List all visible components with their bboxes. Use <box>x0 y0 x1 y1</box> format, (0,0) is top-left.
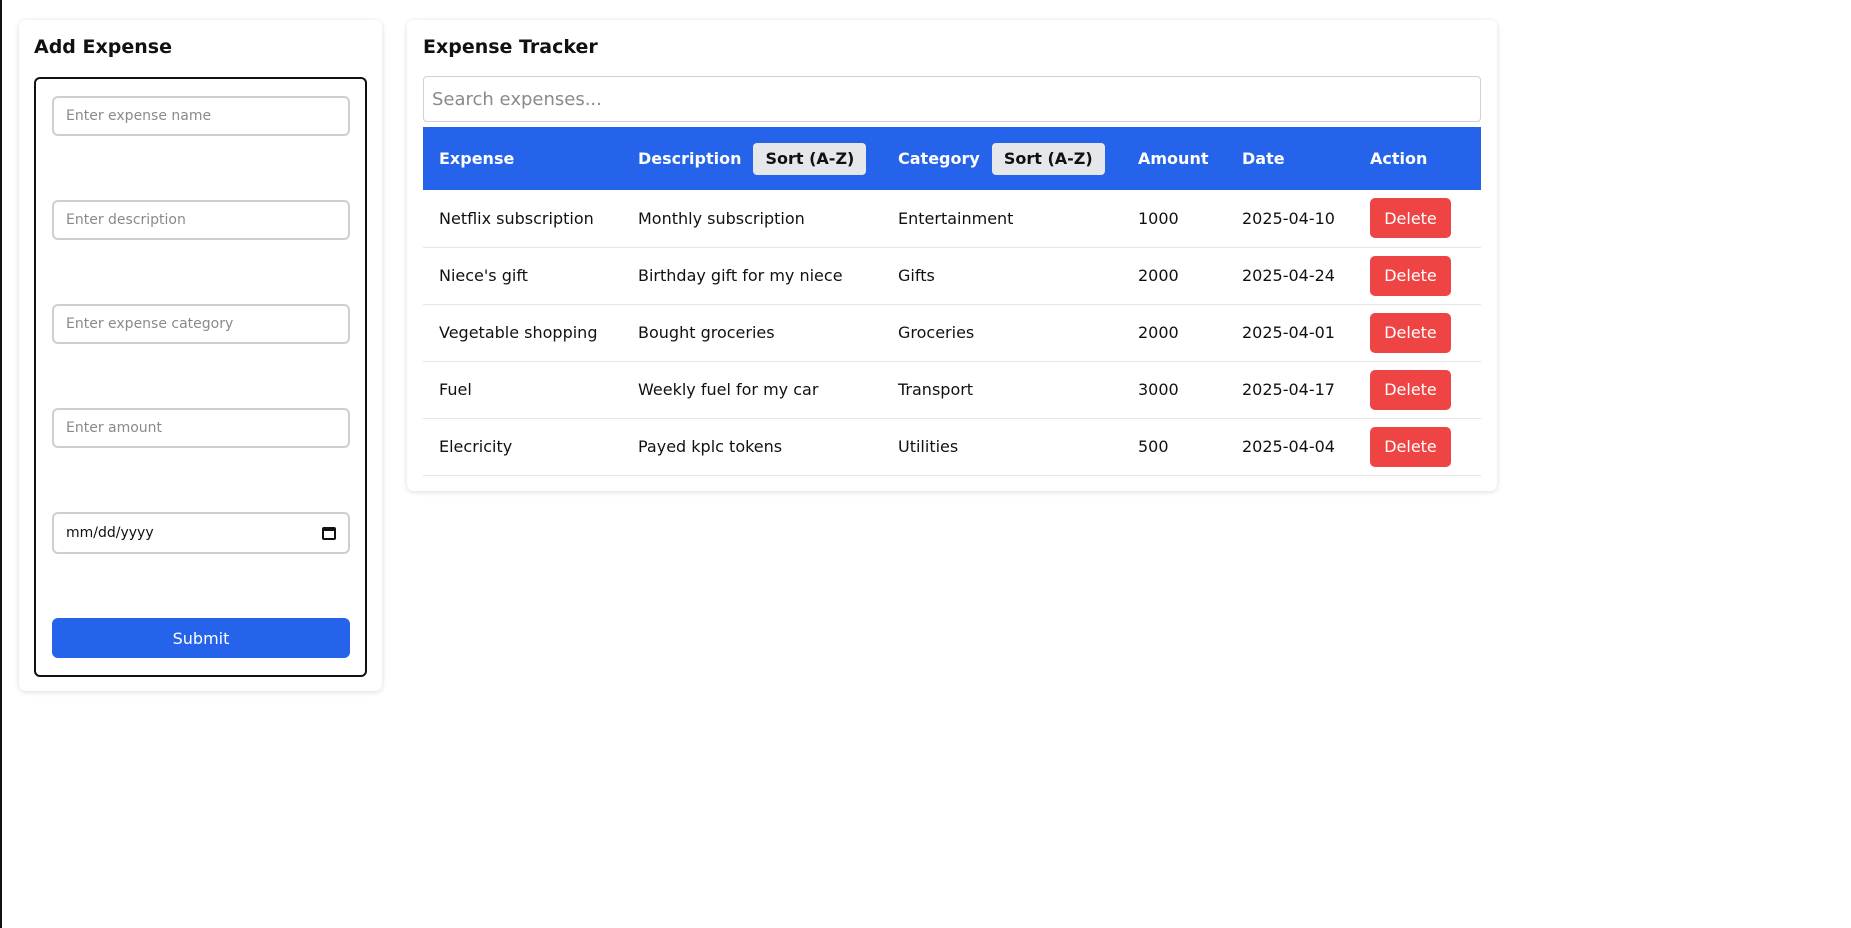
cell-description: Birthday gift for my niece <box>622 247 882 305</box>
expense-tracker-title: Expense Tracker <box>423 36 598 58</box>
delete-button[interactable]: Delete <box>1370 198 1451 239</box>
cell-date: 2025-04-17 <box>1226 361 1354 419</box>
header-amount: Amount <box>1122 127 1226 190</box>
sort-description-button[interactable]: Sort (A-Z) <box>753 142 867 175</box>
expense-name-input[interactable] <box>52 96 350 136</box>
cell-date: 2025-04-24 <box>1226 247 1354 305</box>
cell-expense: Niece's gift <box>423 247 622 305</box>
header-description-label: Description <box>638 149 742 168</box>
cell-date: 2025-04-10 <box>1226 190 1354 248</box>
cell-action: Delete <box>1354 361 1481 419</box>
cell-action: Delete <box>1354 418 1481 476</box>
cell-expense: Fuel <box>423 361 622 419</box>
table-row: Fuel Weekly fuel for my car Transport 30… <box>423 361 1481 419</box>
cell-amount: 2000 <box>1122 304 1226 362</box>
header-action: Action <box>1354 127 1481 190</box>
header-category: Category Sort (A-Z) <box>882 127 1122 190</box>
header-category-label: Category <box>898 149 980 168</box>
add-expense-card: Add Expense mm/dd/yyyy Submit <box>19 20 382 691</box>
date-input[interactable]: mm/dd/yyyy <box>52 512 350 554</box>
expenses-table: Expense Description Sort (A-Z) Category … <box>423 127 1481 476</box>
cell-expense: Elecricity <box>423 418 622 476</box>
cell-expense: Netflix subscription <box>423 190 622 248</box>
cell-category: Utilities <box>882 418 1122 476</box>
date-input-text: mm/dd/yyyy <box>66 525 154 541</box>
add-expense-title: Add Expense <box>34 36 172 58</box>
table-header-row: Expense Description Sort (A-Z) Category … <box>423 127 1481 190</box>
cell-amount: 3000 <box>1122 361 1226 419</box>
cell-action: Delete <box>1354 304 1481 362</box>
cell-amount: 500 <box>1122 418 1226 476</box>
calendar-icon[interactable] <box>322 526 336 540</box>
amount-input[interactable] <box>52 408 350 448</box>
cell-action: Delete <box>1354 247 1481 305</box>
header-description: Description Sort (A-Z) <box>622 127 882 190</box>
add-expense-form: mm/dd/yyyy Submit <box>34 77 367 677</box>
sort-category-button[interactable]: Sort (A-Z) <box>991 142 1105 175</box>
table-row: Netflix subscription Monthly subscriptio… <box>423 190 1481 248</box>
cell-description: Weekly fuel for my car <box>622 361 882 419</box>
window-left-border <box>0 0 2 928</box>
cell-expense: Vegetable shopping <box>423 304 622 362</box>
header-date: Date <box>1226 127 1354 190</box>
description-input[interactable] <box>52 200 350 240</box>
cell-amount: 1000 <box>1122 190 1226 248</box>
delete-button[interactable]: Delete <box>1370 426 1451 467</box>
cell-category: Entertainment <box>882 190 1122 248</box>
cell-date: 2025-04-04 <box>1226 418 1354 476</box>
table-row: Niece's gift Birthday gift for my niece … <box>423 247 1481 305</box>
cell-description: Monthly subscription <box>622 190 882 248</box>
table-row: Vegetable shopping Bought groceries Groc… <box>423 304 1481 362</box>
cell-description: Payed kplc tokens <box>622 418 882 476</box>
table-row: Elecricity Payed kplc tokens Utilities 5… <box>423 418 1481 476</box>
header-expense: Expense <box>423 127 622 190</box>
cell-action: Delete <box>1354 190 1481 248</box>
submit-button[interactable]: Submit <box>52 618 350 658</box>
delete-button[interactable]: Delete <box>1370 369 1451 410</box>
cell-category: Gifts <box>882 247 1122 305</box>
cell-description: Bought groceries <box>622 304 882 362</box>
cell-category: Transport <box>882 361 1122 419</box>
delete-button[interactable]: Delete <box>1370 312 1451 353</box>
cell-category: Groceries <box>882 304 1122 362</box>
cell-date: 2025-04-01 <box>1226 304 1354 362</box>
delete-button[interactable]: Delete <box>1370 255 1451 296</box>
search-input[interactable] <box>423 76 1481 122</box>
cell-amount: 2000 <box>1122 247 1226 305</box>
expense-tracker-card: Expense Tracker Expense Description Sort… <box>407 20 1497 491</box>
category-input[interactable] <box>52 304 350 344</box>
